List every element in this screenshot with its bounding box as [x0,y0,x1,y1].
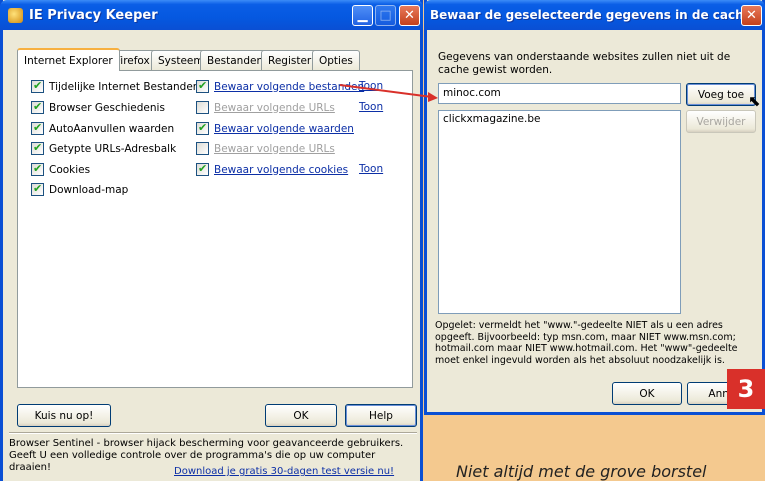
help-button[interactable]: Help [345,404,417,427]
option-label: AutoAanvullen waarden [49,122,175,135]
checkbox[interactable] [196,79,209,93]
close-icon[interactable]: ✕ [399,5,420,26]
keep-typed-urls-link: Bewaar volgende URLs [214,142,335,155]
privacy-keeper-window: IE Privacy Keeper ▁ □ ✕ Internet Explore… [0,0,423,481]
option-keep-files[interactable]: Bewaar volgende bestanden [196,79,364,93]
show-urls-link: Toon [359,101,384,113]
add-button[interactable]: Voeg toe [686,83,756,106]
tab-register[interactable]: Register [261,50,319,70]
list-item[interactable]: clickxmagazine.be [443,113,676,125]
checkbox[interactable] [31,100,44,114]
option-temp-files[interactable]: Tijdelijke Internet Bestanden [31,79,200,93]
ok-button[interactable]: OK [265,404,337,427]
checkbox[interactable] [196,162,209,176]
close-icon[interactable]: ✕ [741,5,762,26]
cursor-icon: ⬉ [748,92,761,110]
app-icon [8,7,23,23]
checkbox[interactable] [196,121,209,135]
keep-values-link[interactable]: Bewaar volgende waarden [214,123,354,135]
download-link[interactable]: Download je gratis 30-dagen test versie … [174,466,394,478]
privacy-keeper-titlebar[interactable]: IE Privacy Keeper ▁ □ ✕ [0,0,423,30]
show-files-link[interactable]: Toon [359,80,383,92]
dialog-title: Bewaar de geselecteerde gegevens in de c… [430,8,752,22]
minimize-icon[interactable]: ▁ [352,5,373,26]
option-label: Getypte URLs-Adresbalk [49,142,177,155]
checkbox[interactable] [31,141,44,155]
cache-dialog-titlebar[interactable]: Bewaar de geselecteerde gegevens in de c… [424,0,765,30]
option-keep-typed-urls[interactable]: Bewaar volgende URLs [196,142,335,155]
option-autocomplete[interactable]: AutoAanvullen waarden [31,121,175,135]
show-cookies-link[interactable]: Toon [359,163,383,175]
option-download-folder[interactable]: Download-map [31,182,129,196]
option-label: Tijdelijke Internet Bestanden [49,80,200,93]
option-label: Download-map [49,183,129,196]
checkbox[interactable] [196,101,209,114]
option-keep-cookies[interactable]: Bewaar volgende cookies [196,162,348,176]
maximize-icon[interactable]: □ [375,5,396,26]
dialog-ok-button[interactable]: OK [612,382,682,405]
keep-files-link[interactable]: Bewaar volgende bestanden [214,81,364,93]
keep-urls-link: Bewaar volgende URLs [214,101,335,114]
tab-opties[interactable]: Opties [312,50,360,70]
step-badge: 3 [727,369,765,409]
checkbox[interactable] [31,79,44,93]
warning-note: Opgelet: vermeldt het "www."-gedeelte NI… [435,320,738,366]
option-typed-urls[interactable]: Getypte URLs-Adresbalk [31,141,177,155]
option-browser-history[interactable]: Browser Geschiedenis [31,100,165,114]
option-cookies[interactable]: Cookies [31,162,91,176]
option-keep-urls[interactable]: Bewaar volgende URLs [196,101,335,114]
tab-strip: Internet Explorer Firefox Systeem Bestan… [17,48,397,72]
website-list[interactable]: clickxmagazine.be [438,110,681,314]
option-label: Cookies [49,163,91,176]
window-title: IE Privacy Keeper [29,7,158,23]
footer-divider [9,432,417,434]
tab-panel [17,70,413,388]
checkbox[interactable] [31,182,44,196]
article-caption: Niet altijd met de grove borstel [456,462,707,481]
dialog-description: Gegevens van onderstaande websites zulle… [438,51,731,76]
keep-cookies-link[interactable]: Bewaar volgende cookies [214,164,348,176]
checkbox[interactable] [31,162,44,176]
checkbox[interactable] [196,142,209,155]
clean-now-button[interactable]: Kuis nu op! [17,404,111,427]
tab-bestanden[interactable]: Bestanden [200,50,271,70]
checkbox[interactable] [31,121,44,135]
remove-button: Verwijder [686,110,756,133]
option-keep-values[interactable]: Bewaar volgende waarden [196,121,354,135]
website-input[interactable]: minoc.com [438,83,681,104]
tab-internet-explorer[interactable]: Internet Explorer [17,48,120,71]
option-label: Browser Geschiedenis [49,101,165,114]
cache-dialog: Bewaar de geselecteerde gegevens in de c… [424,0,765,415]
